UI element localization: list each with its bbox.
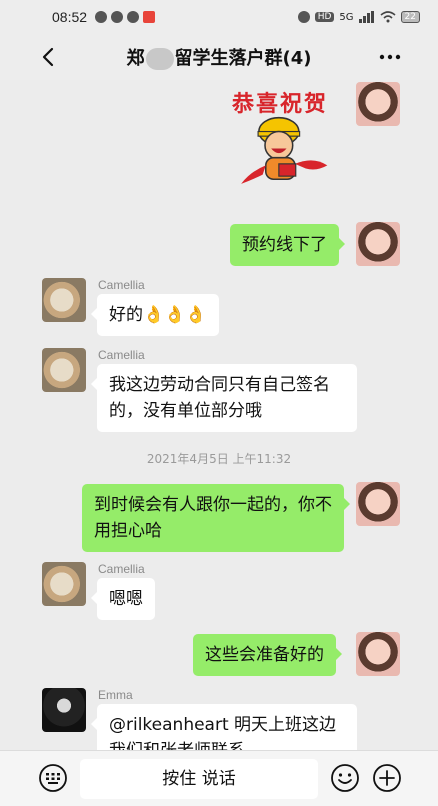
input-toolbar: 按住 说话	[0, 750, 438, 806]
app-notification-icon	[143, 11, 156, 23]
avatar[interactable]	[356, 222, 400, 266]
message-bubble[interactable]: 嗯嗯	[91, 578, 155, 620]
battery-icon: 22	[400, 11, 420, 23]
alarm-icon	[297, 11, 310, 23]
network-label: 5G	[339, 11, 354, 23]
hold-to-talk-button[interactable]: 按住 说话	[80, 759, 318, 799]
sender-name: Camellia	[98, 562, 145, 576]
avatar[interactable]	[356, 632, 400, 676]
status-right: HD 5G 22	[297, 11, 420, 23]
wifi-icon	[380, 11, 396, 23]
emoji-icon[interactable]	[330, 763, 360, 793]
message-bubble[interactable]: 好的👌👌👌	[91, 294, 219, 336]
sender-name: Emma	[98, 688, 133, 702]
message-bubble[interactable]: @rilkeanheart 明天上班这边我们和张老师联系	[91, 704, 357, 750]
avatar[interactable]	[42, 348, 86, 392]
redacted-text	[145, 48, 174, 70]
timestamp: 2021年4月5日 上午11:32	[146, 452, 292, 466]
message-bubble[interactable]: 预约线下了	[230, 224, 345, 266]
notification-icon	[95, 11, 108, 23]
avatar[interactable]	[42, 562, 86, 606]
avatar[interactable]	[356, 82, 400, 126]
chevron-left-icon[interactable]	[38, 46, 60, 68]
chat-title-suffix: 留学生落户群(4)	[174, 48, 312, 69]
keyboard-icon[interactable]	[38, 763, 68, 793]
avatar[interactable]	[42, 688, 86, 732]
notification-icon	[111, 11, 124, 23]
signal-icon	[358, 11, 374, 23]
message-bubble[interactable]: 到时候会有人跟你一起的，你不用担心哈	[82, 484, 350, 552]
chat-title: 郑 留学生落户群(4)	[126, 44, 312, 70]
message-bubble[interactable]: 这些会准备好的	[193, 634, 342, 676]
notification-icons	[95, 11, 156, 23]
message-bubble[interactable]: 我这边劳动合同只有自己签名的，没有单位部分哦	[91, 364, 357, 432]
message-list[interactable]: 恭喜祝贺 预约线下了 Camellia 好的👌👌👌 Camellia 我这边劳动…	[0, 80, 438, 750]
chat-header: 郑 留学生落户群(4)	[0, 34, 438, 80]
chat-title-prefix: 郑	[126, 48, 145, 69]
plus-icon[interactable]	[372, 763, 402, 793]
hd-icon: HD	[314, 12, 335, 22]
avatar[interactable]	[356, 482, 400, 526]
ellipsis-icon[interactable]	[378, 47, 402, 67]
notification-icon	[127, 11, 140, 23]
status-time: 08:52	[52, 9, 88, 25]
sender-name: Camellia	[98, 278, 145, 292]
avatar[interactable]	[42, 278, 86, 322]
status-bar: 08:52 HD 5G 22	[0, 0, 438, 34]
congratulations-sticker-icon	[241, 116, 328, 184]
sender-name: Camellia	[98, 348, 145, 362]
